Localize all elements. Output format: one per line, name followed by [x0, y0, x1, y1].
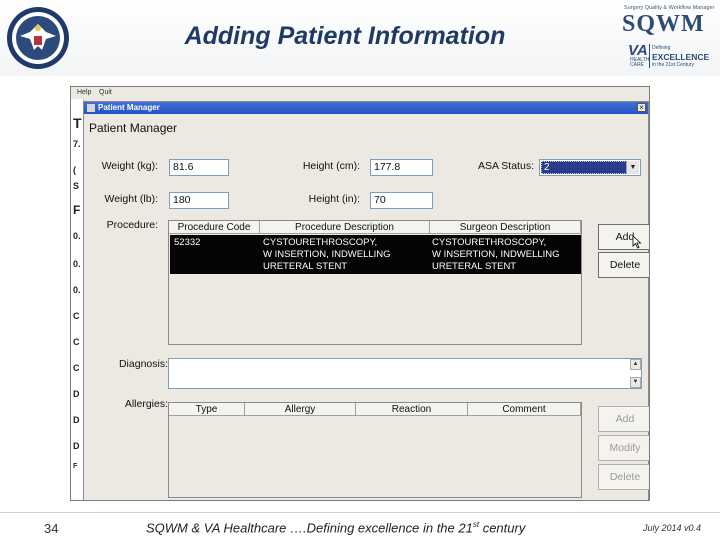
procedure-code-cell: 52332	[174, 237, 201, 248]
height-cm-field[interactable]: 177.8	[370, 159, 433, 176]
procedure-description-cell: CYSTOURETHROSCOPY, W INSERTION, INDWELLI…	[263, 237, 391, 273]
strip-letter: D	[73, 389, 80, 399]
strip-letter: D	[73, 415, 80, 425]
mouse-cursor-icon	[632, 235, 642, 249]
strip-letter: T	[73, 115, 82, 131]
slide-title: Adding Patient Information	[184, 22, 506, 50]
logo-excellence: EXCELLENCE	[652, 52, 710, 62]
dialog-heading: Patient Manager	[89, 121, 178, 135]
procedure-col-code[interactable]: Procedure Code	[169, 221, 260, 234]
procedure-description-line: CYSTOURETHROSCOPY,	[263, 237, 378, 248]
surgeon-description-line: URETERAL STENT	[432, 261, 517, 272]
logo-century: in the 21st Century	[652, 62, 694, 68]
strip-letter: S	[73, 181, 80, 191]
strip-letter: D	[73, 441, 80, 451]
procedure-description-line: W INSERTION, INDWELLING	[263, 249, 391, 260]
asa-status-select[interactable]: 2 ▼	[539, 159, 641, 176]
procedure-col-surgeon-description[interactable]: Surgeon Description	[430, 221, 581, 234]
menu-help[interactable]: Help	[77, 89, 91, 96]
height-cm-label: Height (cm):	[302, 160, 360, 172]
logo-name: SQWM	[622, 11, 705, 37]
strip-letter: F	[73, 203, 81, 217]
diagnosis-label: Diagnosis:	[118, 358, 168, 370]
page-number: 34	[44, 521, 59, 536]
va-seal-icon	[7, 7, 69, 69]
weight-lb-label: Weight (lb):	[104, 193, 159, 205]
add-allergy-button[interactable]: Add	[598, 406, 649, 432]
delete-procedure-button[interactable]: Delete	[598, 252, 649, 278]
scroll-down-icon[interactable]: ▼	[630, 377, 641, 388]
window-icon	[87, 104, 95, 112]
weight-kg-label: Weight (kg):	[101, 160, 158, 172]
strip-letter: C	[73, 363, 80, 373]
footer-divider	[0, 512, 720, 513]
strip-letter: 0.	[73, 259, 81, 269]
dialog-window-title: Patient Manager	[98, 103, 160, 112]
footer-text: SQWM & VA Healthcare ….Defining excellen…	[146, 520, 525, 535]
background-menubar: Help Quit	[71, 87, 649, 99]
patient-manager-dialog: Patient Manager × Patient Manager Weight…	[83, 101, 649, 500]
footer-date: July 2014 v0.4	[643, 523, 702, 533]
strip-letter: 0.	[73, 231, 81, 241]
asa-status-value: 2	[541, 161, 627, 174]
menu-quit[interactable]: Quit	[99, 89, 112, 96]
strip-letter: C	[73, 311, 80, 321]
footer-text-main: SQWM & VA Healthcare ….Defining excellen…	[146, 520, 473, 536]
strip-letter: 7.	[73, 139, 81, 149]
logo-divider	[649, 44, 650, 68]
procedure-col-description[interactable]: Procedure Description	[260, 221, 430, 234]
procedure-table: Procedure Code Procedure Description Sur…	[168, 220, 582, 345]
procedure-description-line: URETERAL STENT	[263, 261, 348, 272]
sqwm-logo: Surgery Quality & Workflow Manager SQWM …	[598, 2, 714, 72]
allergies-label: Allergies:	[124, 398, 168, 410]
close-icon[interactable]: ×	[637, 103, 646, 112]
diagnosis-input[interactable]: ▲ ▼	[168, 358, 642, 389]
height-in-label: Height (in):	[308, 193, 360, 205]
footer-text-end: century	[479, 520, 526, 536]
logo-healthcare: HEALTH CARE	[630, 58, 649, 68]
height-in-field[interactable]: 70	[370, 192, 433, 209]
logo-healthcare-line2: CARE	[630, 62, 644, 68]
dialog-titlebar[interactable]: Patient Manager ×	[84, 102, 648, 114]
allergies-col-type[interactable]: Type	[169, 403, 245, 416]
logo-defining: Defining	[652, 45, 671, 51]
strip-letter: C	[73, 337, 80, 347]
surgeon-description-cell: CYSTOURETHROSCOPY, W INSERTION, INDWELLI…	[432, 237, 560, 273]
app-screenshot: Help Quit T 7. ( S F 0. 0. 0. C C C D D …	[70, 86, 650, 501]
procedure-label: Procedure:	[106, 219, 158, 231]
weight-lb-field[interactable]: 180	[169, 192, 229, 209]
strip-letter: (	[73, 165, 76, 175]
delete-allergy-button[interactable]: Delete	[598, 464, 649, 490]
weight-kg-field[interactable]: 81.6	[169, 159, 229, 176]
allergies-col-allergy[interactable]: Allergy	[245, 403, 356, 416]
add-procedure-button[interactable]: Add	[598, 224, 649, 250]
asa-status-label: ASA Status:	[477, 160, 534, 172]
scroll-up-icon[interactable]: ▲	[630, 359, 641, 370]
allergies-col-reaction[interactable]: Reaction	[356, 403, 468, 416]
allergies-table: Type Allergy Reaction Comment	[168, 402, 582, 498]
allergies-col-comment[interactable]: Comment	[468, 403, 581, 416]
surgeon-description-line: W INSERTION, INDWELLING	[432, 249, 560, 260]
strip-letter: F	[73, 463, 78, 470]
strip-letter: 0.	[73, 285, 81, 295]
modify-allergy-button[interactable]: Modify	[598, 435, 649, 461]
surgeon-description-line: CYSTOURETHROSCOPY,	[432, 237, 547, 248]
chevron-down-icon[interactable]: ▼	[626, 161, 639, 174]
